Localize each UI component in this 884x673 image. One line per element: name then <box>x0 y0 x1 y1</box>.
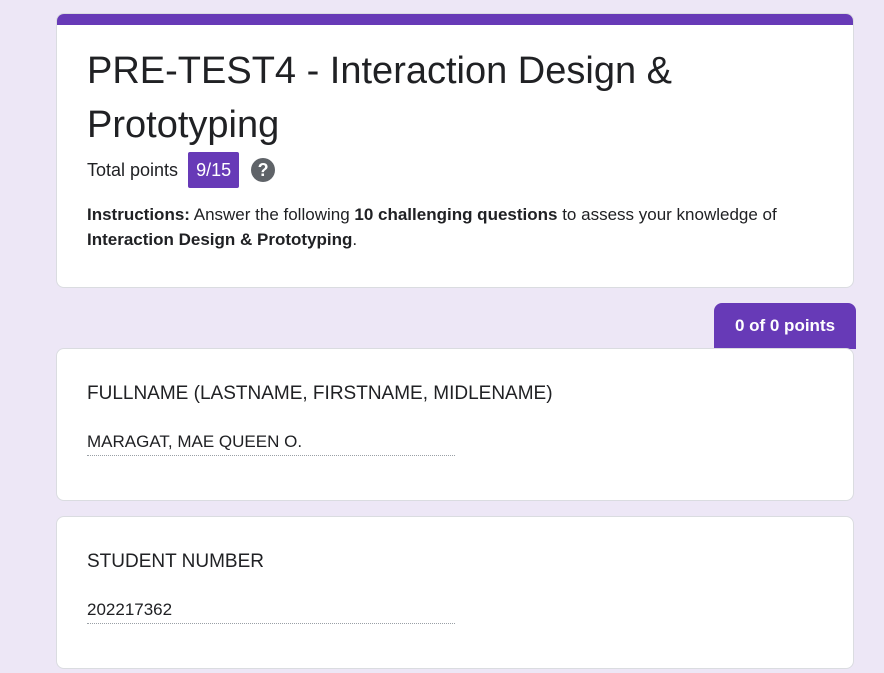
section-score-label: 0 of 0 points <box>734 316 836 335</box>
answer-field: 202217362 <box>87 597 455 624</box>
answer-field: MARAGAT, MAE QUEEN O. <box>87 429 455 456</box>
question-card-student-number: STUDENT NUMBER 202217362 <box>56 516 854 669</box>
instructions-bold-1: 10 challenging questions <box>354 205 558 224</box>
instructions-bold-2: Interaction Design & Prototyping <box>87 230 353 249</box>
total-points-badge: 9/15 <box>188 152 240 188</box>
instructions-text-1: Answer the following <box>189 205 355 224</box>
instructions-prefix: Instructions: <box>87 205 190 224</box>
header-accent-bar <box>57 14 853 25</box>
question-title: FULLNAME (LASTNAME, FIRSTNAME, MIDLENAME… <box>87 383 553 404</box>
total-points-label: Total points <box>87 159 179 180</box>
form-title: PRE-TEST4 - Interaction Design & Prototy… <box>87 50 672 146</box>
instructions-text-2: to assess your knowledge of <box>557 205 777 224</box>
total-points-row: Total points 9/15 ? <box>87 152 276 188</box>
question-title: STUDENT NUMBER <box>87 551 264 572</box>
form-description: Instructions: Answer the following 10 ch… <box>87 202 827 252</box>
form-header-card: PRE-TEST4 - Interaction Design & Prototy… <box>56 13 854 288</box>
help-circle-icon[interactable]: ? <box>251 158 276 182</box>
section-score-tab: 0 of 0 points <box>714 303 856 349</box>
question-card-fullname: FULLNAME (LASTNAME, FIRSTNAME, MIDLENAME… <box>56 348 854 501</box>
instructions-text-3: . <box>352 230 358 249</box>
